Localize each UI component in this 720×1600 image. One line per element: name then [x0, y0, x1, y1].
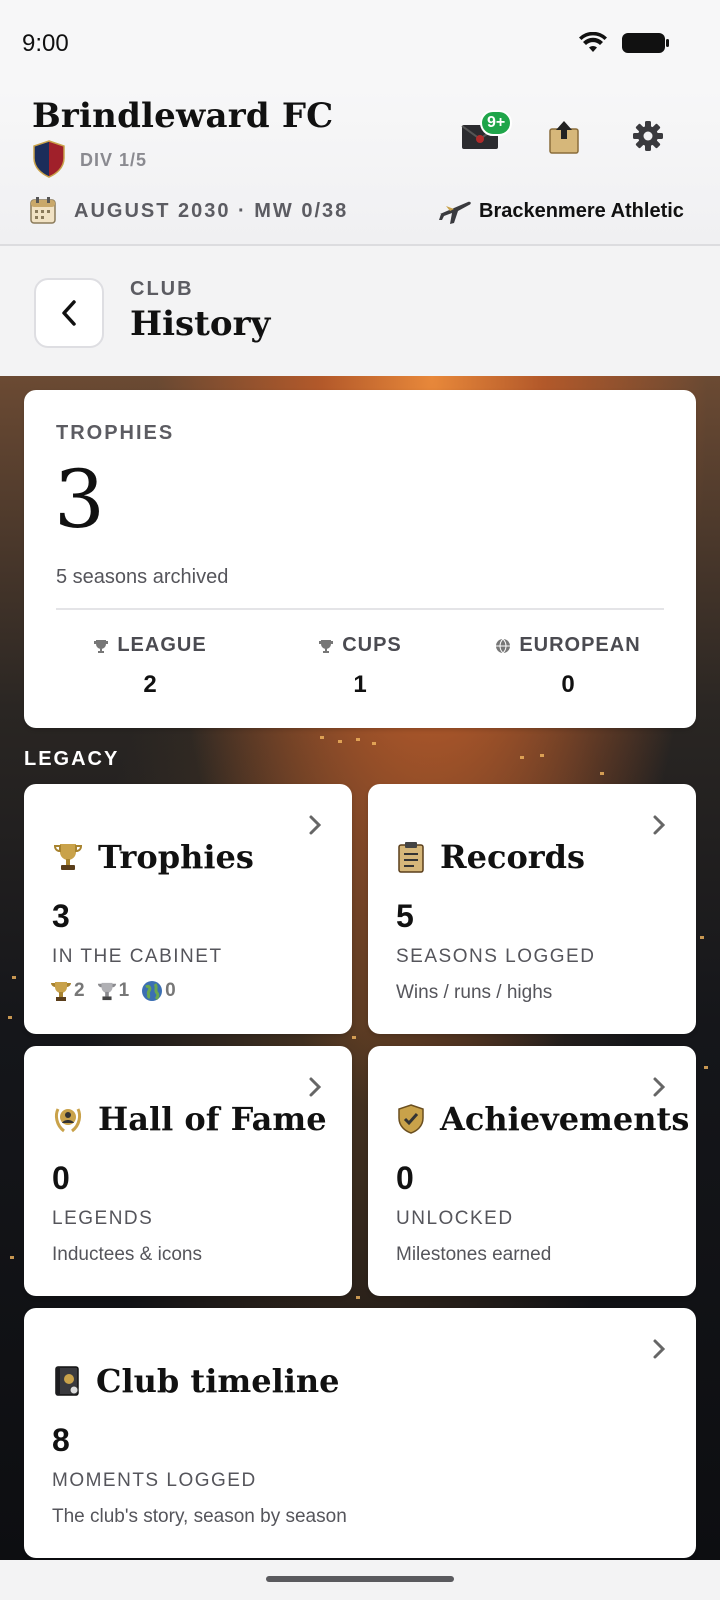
mini-league-count: 2: [74, 980, 85, 1001]
upload-button[interactable]: [542, 114, 586, 158]
tile-description: The club's story, season by season: [52, 1506, 347, 1527]
trophy-icon: [94, 639, 109, 653]
divider: [56, 608, 664, 610]
book-icon: [55, 1366, 79, 1396]
page-header: CLUB History: [0, 248, 720, 376]
tile-number: 8: [52, 1422, 70, 1458]
stat-value-european: 0: [561, 671, 575, 698]
back-button[interactable]: [34, 278, 104, 348]
tile-title: Records: [440, 838, 586, 876]
chevron-left-icon: [62, 300, 76, 326]
tile-number: 5: [396, 898, 414, 934]
wifi-icon: [579, 32, 607, 52]
stat-label-league: LEAGUE: [117, 634, 207, 656]
hall-of-fame-tile[interactable]: Hall of Fame 0 LEGENDS Inductees & icons: [24, 1046, 352, 1296]
tile-number: 0: [52, 1160, 70, 1196]
calendar-icon: [30, 197, 56, 224]
trophies-tile[interactable]: Trophies 3 IN THE CABINET 2 1 0: [24, 784, 352, 1034]
globe-icon: [142, 981, 163, 1001]
status-time: 9:00: [22, 30, 69, 57]
settings-button[interactable]: [626, 114, 670, 158]
tile-title-row: Trophies: [52, 838, 254, 876]
chevron-right-icon: [308, 814, 322, 843]
league-trophy-icon: [51, 982, 71, 1001]
tile-number: 0: [396, 1160, 414, 1196]
trophy-breakdown: 2 1 0: [50, 980, 176, 1002]
game-date: AUGUST 2030 · MW 0/38: [74, 200, 349, 222]
next-opponent[interactable]: Brackenmere Athletic: [479, 200, 684, 223]
trophy-icon: [319, 639, 334, 653]
tile-number: 3: [52, 898, 70, 934]
chevron-right-icon: [652, 814, 666, 843]
tile-title: Hall of Fame: [98, 1100, 327, 1138]
tile-caption: UNLOCKED: [396, 1208, 514, 1229]
records-tile[interactable]: Records 5 SEASONS LOGGED Wins / runs / h…: [368, 784, 696, 1034]
page-title: History: [130, 304, 271, 344]
stat-value-league: 2: [143, 671, 157, 698]
tile-title: Achievements: [440, 1100, 690, 1138]
plane-icon: [439, 201, 471, 224]
clipboard-icon: [398, 842, 424, 873]
mini-european-count: 0: [165, 980, 176, 1001]
tile-caption: IN THE CABINET: [52, 946, 223, 967]
app-header: Brindleward FC DIV 1/5 9+ AUGUST 2030 · …: [0, 88, 720, 246]
tile-title: Trophies: [98, 838, 254, 876]
club-timeline-tile[interactable]: Club timeline 8 MOMENTS LOGGED The club'…: [24, 1308, 696, 1558]
trophy-icon: [53, 844, 83, 870]
tile-title-row: Achievements: [396, 1100, 689, 1138]
gear-icon: [633, 121, 663, 151]
trophies-summary-card: TROPHIES 3 5 seasons archived LEAGUE 2 C…: [24, 390, 696, 728]
stat-european: EUROPEAN 0: [468, 634, 668, 699]
tile-description: Wins / runs / highs: [396, 982, 553, 1003]
club-crest-icon: [33, 140, 65, 178]
stat-value-cups: 1: [353, 671, 367, 698]
summary-kicker: TROPHIES: [56, 422, 175, 444]
battery-icon: [622, 33, 669, 53]
chevron-right-icon: [652, 1338, 666, 1367]
shield-check-icon: [398, 1104, 424, 1134]
status-icons: [578, 32, 670, 54]
club-name: Brindleward FC: [32, 96, 334, 136]
status-bar: 9:00: [0, 0, 720, 88]
upload-icon: [549, 121, 579, 154]
cup-trophy-icon: [97, 982, 116, 1001]
tile-title-row: Records: [396, 838, 585, 876]
legacy-section-label: LEGACY: [24, 748, 120, 770]
home-indicator[interactable]: [266, 1576, 454, 1582]
tile-caption: MOMENTS LOGGED: [52, 1470, 257, 1491]
laurel-medal-icon: [54, 1108, 82, 1133]
seasons-archived: 5 seasons archived: [56, 566, 229, 588]
inbox-badge: 9+: [480, 110, 513, 136]
tile-caption: LEGENDS: [52, 1208, 154, 1229]
tile-title-row: Club timeline: [52, 1362, 340, 1400]
tile-description: Milestones earned: [396, 1244, 552, 1265]
section-kicker: CLUB: [130, 278, 194, 300]
trophies-total: 3: [54, 453, 105, 546]
achievements-tile[interactable]: Achievements 0 UNLOCKED Milestones earne…: [368, 1046, 696, 1296]
mini-cup-count: 1: [118, 980, 130, 1001]
tile-caption: SEASONS LOGGED: [396, 946, 596, 967]
tile-title: Club timeline: [96, 1362, 340, 1400]
stat-label-cups: CUPS: [342, 634, 402, 656]
tile-description: Inductees & icons: [52, 1244, 202, 1265]
tile-title-row: Hall of Fame: [52, 1100, 327, 1138]
stat-cups: CUPS 1: [260, 634, 460, 699]
stat-label-european: EUROPEAN: [519, 634, 641, 656]
globe-icon: [496, 638, 511, 653]
date-row: AUGUST 2030 · MW 0/38 Brackenmere Athlet…: [0, 196, 720, 236]
division-label: DIV 1/5: [80, 150, 148, 170]
stat-league: LEAGUE 2: [50, 634, 250, 699]
